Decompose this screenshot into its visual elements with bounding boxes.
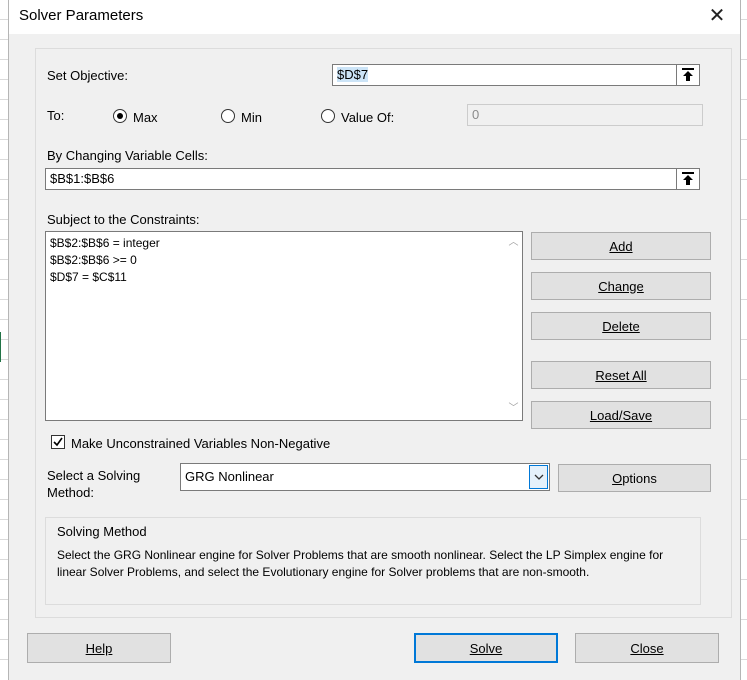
constraints-label: Subject to the Constraints:: [47, 212, 200, 227]
gridline: [0, 519, 8, 520]
gridline: [0, 639, 8, 640]
gridline: [0, 199, 8, 200]
constraints-list[interactable]: $B$2:$B$6 = integer $B$2:$B$6 >= 0 $D$7 …: [45, 231, 523, 421]
gridline: [0, 479, 8, 480]
close-icon[interactable]: ✕: [705, 4, 729, 28]
changing-cells-input[interactable]: $B$1:$B$6: [45, 168, 677, 190]
gridline: [0, 419, 8, 420]
scroll-up-icon[interactable]: ︿: [508, 237, 519, 248]
constraints-scrollbar[interactable]: ︿ ﹀: [505, 232, 522, 420]
solving-method-description: Select the GRG Nonlinear engine for Solv…: [57, 548, 664, 579]
solving-method-value: GRG Nonlinear: [185, 469, 274, 484]
solve-button[interactable]: Solve: [414, 633, 558, 663]
value-of-radio-label: Value Of:: [341, 110, 395, 125]
solving-method-label-1: Select a Solving: [47, 468, 141, 483]
min-radio-label: Min: [241, 110, 262, 125]
max-radio-label: Max: [133, 110, 158, 125]
changing-cells-collapse-button[interactable]: [676, 168, 700, 190]
reset-all-button[interactable]: Reset All: [531, 361, 711, 389]
add-button[interactable]: Add: [531, 232, 711, 260]
gridline: [0, 179, 8, 180]
delete-button[interactable]: Delete: [531, 312, 711, 340]
gridline: [0, 119, 8, 120]
gridline: [0, 319, 8, 320]
gridline: [0, 159, 8, 160]
constraint-item[interactable]: $D$7 = $C$11: [50, 270, 127, 284]
gridline: [0, 259, 8, 260]
min-radio[interactable]: [221, 109, 235, 123]
gridline: [0, 39, 8, 40]
max-radio[interactable]: [113, 109, 127, 123]
collapse-arrow-icon: [682, 68, 694, 81]
gridline: [0, 339, 8, 340]
title-bar: Solver Parameters ✕: [9, 0, 740, 34]
gridline: [0, 139, 8, 140]
gridline: [0, 499, 8, 500]
scroll-down-icon[interactable]: ﹀: [508, 403, 519, 414]
gridline: [0, 19, 8, 20]
solving-method-select[interactable]: GRG Nonlinear: [180, 463, 550, 491]
gridline: [0, 619, 8, 620]
gridline: [0, 539, 8, 540]
value-of-input[interactable]: 0: [467, 104, 703, 126]
non-negative-label: Make Unconstrained Variables Non-Negativ…: [71, 436, 331, 451]
gridline: [0, 59, 8, 60]
solver-parameters-dialog: Solver Parameters ✕ Set Objective: $D$7 …: [8, 0, 741, 680]
change-button[interactable]: Change: [531, 272, 711, 300]
gridline: [0, 279, 8, 280]
solving-method-title: Solving Method: [57, 524, 147, 539]
set-objective-label: Set Objective:: [47, 68, 128, 83]
gridline: [0, 599, 8, 600]
to-label: To:: [47, 108, 65, 123]
gridline: [0, 99, 8, 100]
gridline: [0, 439, 8, 440]
dialog-title: Solver Parameters: [19, 7, 144, 24]
help-button[interactable]: Help: [27, 633, 171, 663]
objective-value: $D$7: [337, 67, 369, 82]
changing-cells-label: By Changing Variable Cells:: [47, 148, 208, 163]
solving-method-label-2: Method:: [47, 485, 94, 500]
gridline: [0, 659, 8, 660]
constraint-item[interactable]: $B$2:$B$6 = integer: [50, 236, 160, 250]
load-save-button[interactable]: Load/Save: [531, 401, 711, 429]
checkmark-icon: [53, 437, 63, 447]
gridline: [0, 579, 8, 580]
gridline: [0, 239, 8, 240]
spreadsheet-background-left: [0, 0, 8, 680]
objective-input[interactable]: $D$7: [332, 64, 677, 86]
options-button[interactable]: Options: [558, 464, 711, 492]
chevron-down-icon[interactable]: [529, 465, 548, 489]
selected-cell-border: [0, 332, 1, 362]
constraint-item[interactable]: $B$2:$B$6 >= 0: [50, 253, 137, 267]
gridline: [0, 79, 8, 80]
value-of-radio[interactable]: [321, 109, 335, 123]
gridline: [0, 359, 8, 360]
objective-collapse-button[interactable]: [676, 64, 700, 86]
close-button[interactable]: Close: [575, 633, 719, 663]
gridline: [0, 299, 8, 300]
gridline: [0, 219, 8, 220]
gridline: [0, 559, 8, 560]
collapse-arrow-icon: [682, 172, 694, 185]
gridline: [0, 459, 8, 460]
gridline: [0, 379, 8, 380]
gridline: [0, 399, 8, 400]
solving-method-info: Solving Method Select the GRG Nonlinear …: [45, 517, 701, 605]
non-negative-checkbox[interactable]: [51, 435, 65, 449]
